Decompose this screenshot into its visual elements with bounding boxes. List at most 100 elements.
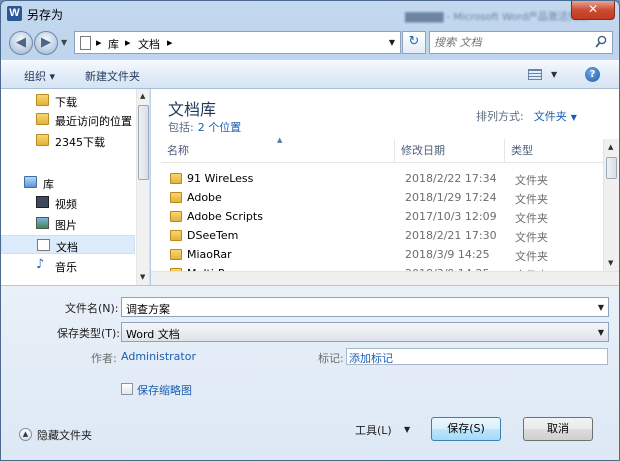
breadcrumb-separator[interactable]: ▸: [167, 36, 173, 49]
tags-label: 标记:: [318, 352, 344, 365]
help-icon[interactable]: ?: [585, 67, 600, 82]
arrange-by-link[interactable]: 文件夹: [534, 110, 567, 123]
sort-ascending-icon: ▲: [277, 136, 283, 144]
recent-locations-dropdown[interactable]: ▼: [61, 38, 67, 47]
chevron-up-icon: ▲: [19, 428, 32, 441]
chevron-down-icon[interactable]: ▼: [598, 303, 604, 312]
new-folder-button[interactable]: 新建文件夹: [85, 68, 140, 84]
folder-icon: [170, 249, 182, 260]
sidebar-item-label: 最近访问的位置: [55, 115, 132, 128]
folder-icon: [170, 211, 182, 222]
refresh-icon: ↻: [408, 34, 420, 49]
file-name: MiaoRar: [187, 248, 232, 261]
breadcrumb-separator[interactable]: ▸: [125, 36, 131, 49]
scroll-up-icon[interactable]: ▲: [608, 143, 613, 151]
table-row[interactable]: DSeeTem 2018/2/21 17:30 文件夹: [161, 226, 603, 245]
sidebar-item-2345-downloads[interactable]: 2345下载: [1, 131, 135, 150]
save-button[interactable]: 保存(S): [431, 417, 501, 441]
breadcrumb[interactable]: ▸ 库 ▸ 文档 ▸ ▼: [74, 31, 401, 54]
video-library-icon: [36, 196, 49, 208]
arrange-by-label: 排列方式:: [476, 110, 524, 123]
file-list-scrollbar[interactable]: ▲ ▼: [603, 139, 619, 271]
scroll-up-icon[interactable]: ▲: [140, 92, 145, 100]
chevron-down-icon[interactable]: ▼: [404, 425, 410, 434]
close-button[interactable]: ✕: [571, 1, 615, 20]
save-options-panel: 文件名(N): 调查方案 ▼ 保存类型(T): Word 文档 ▼ 作者: Ad…: [1, 285, 619, 460]
download-folder-icon: [36, 94, 49, 106]
breadcrumb-libraries[interactable]: 库: [108, 36, 119, 52]
includes-label: 包括:: [168, 121, 194, 134]
sidebar-item-label: 文档: [56, 241, 78, 254]
sidebar-item-pictures[interactable]: 图片: [1, 214, 135, 233]
table-row[interactable]: Adobe Scripts 2017/10/3 12:09 文件夹: [161, 207, 603, 226]
column-date-modified[interactable]: 修改日期: [395, 139, 505, 163]
background-window-title: ▇▇▇▇▇ - Microsoft Word产品激活失败: [405, 12, 588, 23]
sidebar-item-recent-places[interactable]: 最近访问的位置: [1, 110, 135, 129]
sidebar-item-music[interactable]: ♪ 音乐: [1, 256, 135, 275]
table-row[interactable]: MiaoRar 2018/3/9 14:25 文件夹: [161, 245, 603, 264]
table-row[interactable]: Adobe 2018/1/29 17:24 文件夹: [161, 188, 603, 207]
file-date: 2018/3/9 14:25: [405, 248, 490, 261]
table-row[interactable]: 91 WireLess 2018/2/22 17:34 文件夹: [161, 169, 603, 188]
chevron-down-icon[interactable]: ▼: [389, 38, 395, 47]
folder-icon: [36, 134, 49, 146]
sidebar-item-label: 音乐: [55, 261, 77, 274]
back-button[interactable]: ◀: [9, 31, 33, 55]
sidebar-item-label: 库: [43, 178, 54, 191]
arrange-by: 排列方式: 文件夹 ▼: [476, 108, 577, 124]
chevron-down-icon[interactable]: ▼: [598, 328, 604, 337]
file-name: DSeeTem: [187, 229, 239, 242]
folder-icon: [170, 173, 182, 184]
search-input[interactable]: [434, 35, 584, 50]
column-type[interactable]: 类型: [505, 139, 603, 163]
filetype-select[interactable]: Word 文档 ▼: [121, 322, 609, 342]
file-date: 2018/2/21 17:30: [405, 229, 497, 242]
navigation-scrollbar[interactable]: ▲ ▼: [136, 89, 149, 285]
organize-menu[interactable]: 组织 ▾: [24, 68, 55, 84]
refresh-button[interactable]: ↻: [402, 31, 426, 54]
file-name: 91 WireLess: [187, 172, 254, 185]
tools-menu[interactable]: 工具(L): [355, 422, 392, 438]
cancel-button[interactable]: 取消: [523, 417, 593, 441]
chevron-down-icon[interactable]: ▼: [571, 113, 577, 122]
tags-value: 添加标记: [349, 352, 393, 365]
scrollbar-thumb[interactable]: [138, 105, 149, 180]
sidebar-item-libraries[interactable]: 库: [1, 173, 135, 192]
music-library-icon: ♪: [36, 257, 45, 272]
filetype-label: 保存类型(T):: [57, 327, 121, 340]
save-thumbnail-label[interactable]: 保存缩略图: [137, 382, 192, 398]
author-value[interactable]: Administrator: [121, 350, 196, 363]
navigation-pane: 下载 最近访问的位置 2345下载 库 视频 图片 文档 ♪ 音乐 ▲ ▼: [1, 89, 150, 285]
horizontal-scrollbar[interactable]: [151, 271, 619, 285]
search-box[interactable]: [429, 31, 613, 54]
arrow-left-icon: ◀: [16, 35, 26, 50]
library-title: 文档库: [168, 100, 217, 119]
recent-places-icon: [36, 113, 49, 125]
sidebar-item-label: 视频: [55, 198, 77, 211]
documents-library-icon: [37, 239, 50, 251]
chevron-down-icon[interactable]: ▼: [551, 70, 557, 79]
filename-field[interactable]: 调查方案 ▼: [121, 297, 609, 317]
save-thumbnail-checkbox[interactable]: [121, 383, 133, 395]
includes-locations-link[interactable]: 2 个位置: [198, 121, 242, 134]
word-app-icon: W: [7, 6, 22, 21]
folder-icon: [170, 192, 182, 203]
file-type: 文件夹: [515, 212, 548, 225]
command-bar: 组织 ▾ 新建文件夹 ▼ ?: [1, 59, 619, 89]
file-name: Adobe: [187, 191, 222, 204]
file-date: 2017/10/3 12:09: [405, 210, 497, 223]
filename-value[interactable]: 调查方案: [126, 301, 170, 317]
view-options-icon[interactable]: [528, 69, 542, 80]
scrollbar-thumb[interactable]: [606, 157, 617, 179]
tags-input[interactable]: 添加标记: [346, 348, 608, 365]
sidebar-item-videos[interactable]: 视频: [1, 193, 135, 212]
forward-button[interactable]: ▶: [34, 31, 58, 55]
scroll-down-icon[interactable]: ▼: [140, 273, 145, 281]
folder-icon: [170, 230, 182, 241]
sidebar-item-documents[interactable]: 文档: [1, 235, 135, 254]
sidebar-item-downloads[interactable]: 下载: [1, 91, 135, 110]
scroll-down-icon[interactable]: ▼: [608, 259, 613, 267]
breadcrumb-documents[interactable]: 文档: [138, 36, 160, 52]
breadcrumb-separator[interactable]: ▸: [96, 36, 102, 49]
sidebar-item-label: 图片: [55, 219, 77, 232]
